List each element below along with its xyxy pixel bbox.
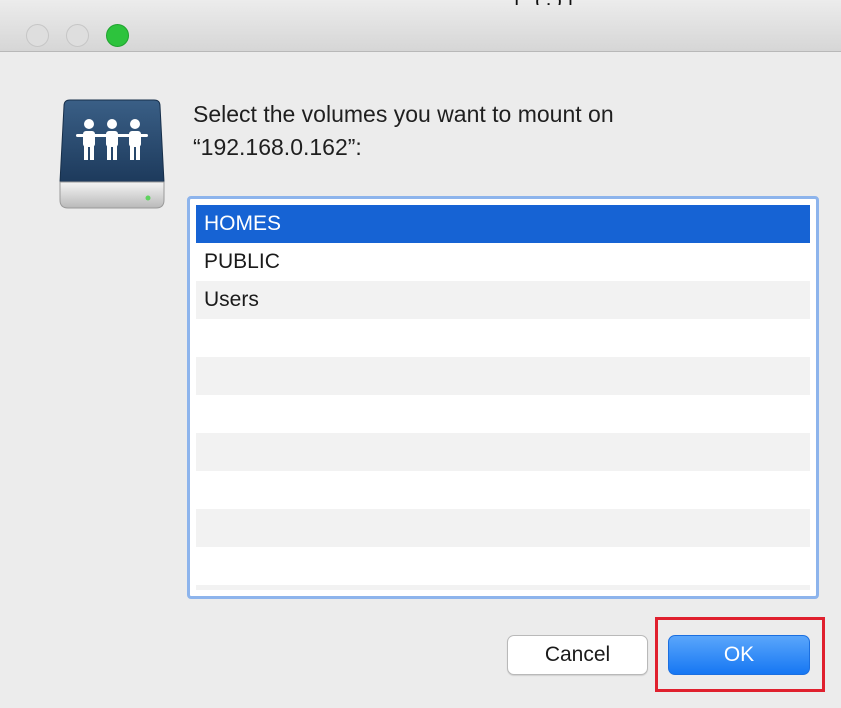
prompt-text: Select the volumes you want to mount on …: [193, 98, 753, 164]
title-bar: [ (:)]: [0, 0, 841, 52]
empty-row: [196, 319, 810, 357]
prompt-line-1: Select the volumes you want to mount on: [193, 101, 614, 127]
clipped-top-text: [ (:)]: [515, 0, 630, 5]
volume-row-users[interactable]: Users: [196, 281, 810, 319]
close-button[interactable]: [26, 24, 49, 47]
volume-label: PUBLIC: [204, 250, 280, 273]
ok-button[interactable]: OK: [668, 635, 810, 675]
empty-row: [196, 585, 810, 590]
cancel-button[interactable]: Cancel: [507, 635, 648, 675]
volume-row-homes[interactable]: HOMES: [196, 205, 810, 243]
empty-row: [196, 509, 810, 547]
volume-label: Users: [204, 288, 259, 311]
shared-server-icon: [59, 99, 165, 209]
prompt-line-2: “192.168.0.162”:: [193, 134, 362, 160]
volume-list-rows: HOMES PUBLIC Users: [196, 205, 810, 590]
empty-row: [196, 357, 810, 395]
empty-row: [196, 433, 810, 471]
zoom-button[interactable]: [106, 24, 129, 47]
volume-label: HOMES: [204, 212, 282, 235]
minimize-button[interactable]: [66, 24, 89, 47]
mount-volumes-dialog: [ (:)]: [0, 0, 841, 708]
empty-row: [196, 395, 810, 433]
volume-list[interactable]: HOMES PUBLIC Users: [187, 196, 819, 599]
empty-row: [196, 547, 810, 585]
volume-row-public[interactable]: PUBLIC: [196, 243, 810, 281]
empty-row: [196, 471, 810, 509]
